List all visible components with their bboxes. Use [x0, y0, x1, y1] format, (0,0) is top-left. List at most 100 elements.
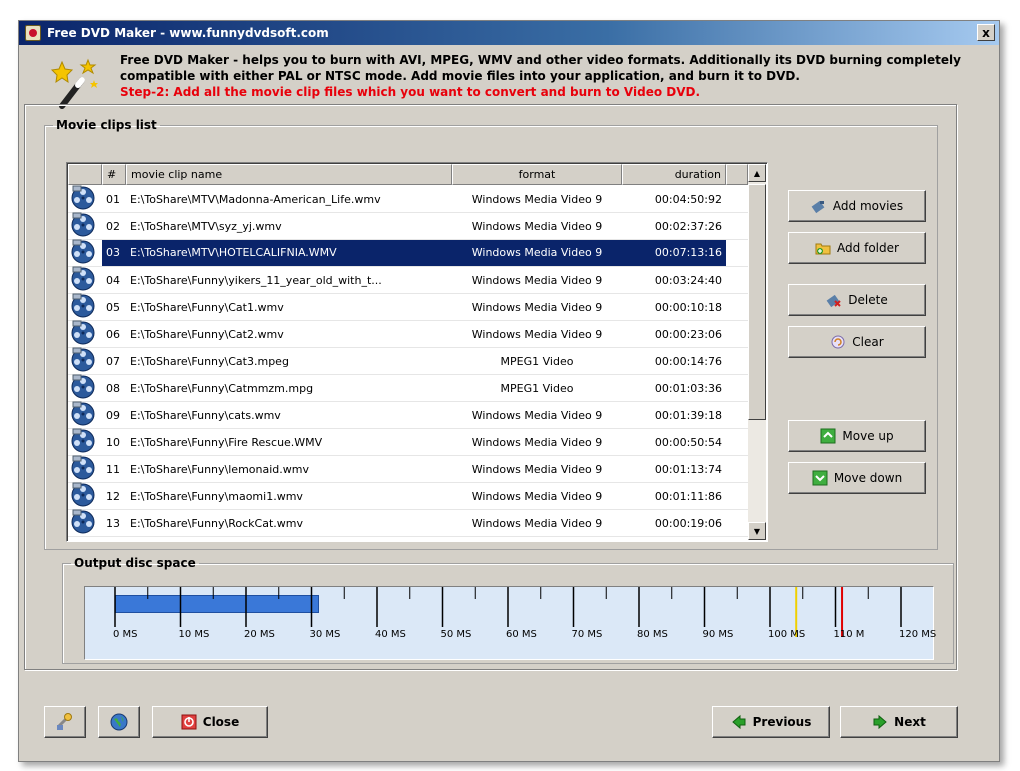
movie-clips-legend: Movie clips list: [56, 118, 157, 132]
row-clip-name: E:\ToShare\MTV\Madonna-American_Life.wmv: [130, 192, 381, 206]
tick-label: 20 MS: [244, 629, 275, 640]
add-movie-icon: [811, 200, 825, 214]
row-number: 09: [106, 408, 120, 422]
disc-space-meter: 0 MS 10 MS 20 MS 30 MS 40 MS 50 MS 60 MS 70 MS 8…: [84, 586, 936, 660]
row-format: MPEG1 Video: [500, 354, 574, 368]
table-row[interactable]: 05 E:\ToShare\Funny\Cat1.wmv Windows Media…: [68, 293, 748, 322]
scroll-down-button[interactable]: ▼: [748, 522, 766, 540]
settings-button[interactable]: [44, 706, 86, 738]
column-header-duration[interactable]: duration: [622, 164, 726, 185]
tick-label: 40 MS: [375, 629, 406, 640]
close-button[interactable]: Close: [152, 706, 268, 738]
move-down-button[interactable]: Move down: [788, 462, 926, 494]
row-clip-name: E:\ToShare\Funny\lemonaid.wmv: [130, 462, 309, 476]
tick-label: 80 MS: [637, 629, 668, 640]
table-row[interactable]: 04 E:\ToShare\Funny\yikers_11_year_old_wi…: [68, 266, 748, 295]
column-header-filler: [726, 164, 748, 185]
add-movies-button[interactable]: Add movies: [788, 190, 926, 222]
add-folder-button[interactable]: Add folder: [788, 232, 926, 264]
film-reel-icon: [68, 266, 102, 295]
table-row[interactable]: 12 E:\ToShare\Funny\maomi1.wmv Windows Med…: [68, 482, 748, 511]
list-scrollbar[interactable]: ▲ ▼: [748, 164, 766, 540]
close-label: Close: [202, 715, 240, 729]
row-format: Windows Media Video 9: [452, 240, 622, 266]
film-reel-icon: [68, 239, 102, 268]
row-duration: 00:00:19:06: [654, 516, 722, 530]
row-format: Windows Media Video 9: [471, 489, 603, 503]
list-rows: 01 E:\ToShare\MTV\Madonna-American_Life.w…: [68, 185, 748, 537]
row-duration: 00:07:13:16: [622, 240, 726, 266]
table-row[interactable]: 07 E:\ToShare\Funny\Cat3.mpeg MPEG1 Video 0…: [68, 347, 748, 375]
row-format: Windows Media Video 9: [471, 219, 603, 233]
tools-icon: [56, 713, 72, 730]
film-reel-icon: [68, 185, 102, 214]
column-header-icon[interactable]: [68, 164, 102, 185]
row-clip-name: E:\ToShare\Funny\RockCat.wmv: [130, 516, 303, 530]
table-row[interactable]: 13 E:\ToShare\Funny\RockCat.wmv Windows Me…: [68, 509, 748, 537]
scroll-thumb[interactable]: [748, 184, 766, 420]
table-row[interactable]: 02 E:\ToShare\MTV\syz_yj.wmv Windows Media…: [68, 212, 748, 240]
app-icon: [25, 25, 41, 41]
row-number: 10: [106, 435, 120, 449]
delete-button[interactable]: Delete: [788, 284, 926, 316]
next-button[interactable]: Next: [840, 706, 958, 738]
row-duration: 00:02:37:26: [654, 219, 722, 233]
column-header-name[interactable]: movie clip name: [126, 164, 452, 185]
row-clip-name: E:\ToShare\Funny\Fire Rescue.WMV: [130, 435, 323, 449]
row-duration: 00:01:03:36: [654, 381, 722, 395]
table-row[interactable]: 06 E:\ToShare\Funny\Cat2.wmv Windows Media…: [68, 320, 748, 349]
clear-button[interactable]: Clear: [788, 326, 926, 358]
movie-clips-list[interactable]: # movie clip name format duration 01 E:\T…: [66, 162, 768, 542]
disc-scale: [114, 587, 902, 637]
move-up-label: Move up: [842, 429, 894, 443]
row-number: 07: [106, 354, 120, 368]
help-button[interactable]: [98, 706, 140, 738]
row-clip-name: E:\ToShare\Funny\Cat2.wmv: [130, 327, 284, 341]
table-row[interactable]: 01 E:\ToShare\MTV\Madonna-American_Life.w…: [68, 185, 748, 214]
film-reel-icon: [68, 482, 102, 511]
row-clip-name: E:\ToShare\Funny\cats.wmv: [130, 408, 281, 422]
tick-label: 70 MS: [571, 629, 603, 640]
scroll-up-button[interactable]: ▲: [748, 164, 766, 182]
row-duration: 00:00:23:06: [654, 327, 722, 341]
row-number: 03: [102, 240, 126, 266]
table-row[interactable]: 11 E:\ToShare\Funny\lemonaid.wmv Windows M…: [68, 455, 748, 484]
previous-label: Previous: [752, 715, 812, 729]
row-number: 08: [106, 381, 120, 395]
window-close-button[interactable]: x: [977, 24, 995, 41]
table-row[interactable]: 10 E:\ToShare\Funny\Fire Rescue.WMV Window…: [68, 428, 748, 457]
row-format: Windows Media Video 9: [471, 516, 603, 530]
table-row[interactable]: 09 E:\ToShare\Funny\cats.wmv Windows Media…: [68, 401, 748, 429]
close-icon: [181, 714, 197, 730]
previous-button[interactable]: Previous: [712, 706, 830, 738]
row-number: 11: [106, 462, 120, 476]
table-row[interactable]: 03 E:\ToShare\MTV\HOTELCALIFNIA.WMV Window…: [68, 239, 748, 268]
row-number: 13: [106, 516, 120, 530]
window-title: Free DVD Maker - www.funnydvdsoft.com: [47, 26, 329, 40]
add-folder-label: Add folder: [837, 241, 899, 255]
row-format: Windows Media Video 9: [471, 273, 603, 287]
column-header-format[interactable]: format: [452, 164, 622, 185]
row-duration: 00:01:11:86: [654, 489, 722, 503]
film-reel-icon: [68, 455, 102, 484]
row-duration: 00:04:50:92: [654, 192, 722, 206]
row-duration: 00:00:14:76: [654, 354, 722, 368]
tick-label: 60 MS: [506, 629, 537, 640]
row-clip-name: E:\ToShare\Funny\Catmmzm.mpg: [130, 381, 314, 395]
next-label: Next: [894, 715, 926, 729]
film-reel-icon: [68, 320, 102, 349]
clear-label: Clear: [852, 335, 884, 349]
column-header-number[interactable]: #: [102, 164, 126, 185]
row-number: 05: [106, 300, 120, 314]
table-row[interactable]: 08 E:\ToShare\Funny\Catmmzm.mpg MPEG1 Vide…: [68, 374, 748, 403]
row-clip-name: E:\ToShare\MTV\HOTELCALIFNIA.WMV: [126, 240, 452, 266]
tick-label: 110 M: [833, 629, 865, 640]
row-duration: 00:00:50:54: [654, 435, 722, 449]
move-up-button[interactable]: Move up: [788, 420, 926, 452]
film-reel-icon: [68, 374, 102, 403]
film-reel-icon: [68, 293, 102, 322]
arrow-right-icon: [873, 714, 887, 730]
clear-icon: [831, 335, 845, 349]
add-folder-icon: [815, 243, 831, 255]
film-reel-icon: [68, 428, 102, 457]
